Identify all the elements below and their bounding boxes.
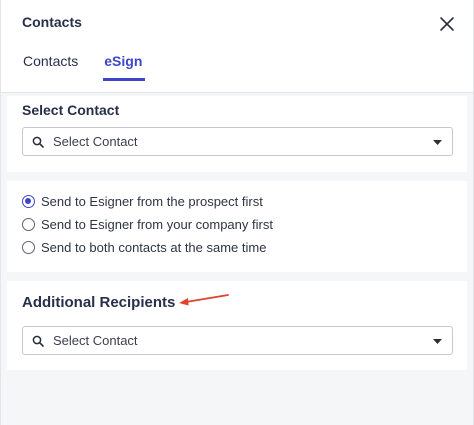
send-option-prospect-first[interactable]: Send to Esigner from the prospect first [22, 194, 263, 209]
select-contact-section: Select Contact Select Contact [7, 96, 467, 172]
tab-contacts[interactable]: Contacts [23, 53, 78, 81]
additional-recipients-dropdown[interactable]: Select Contact [22, 326, 453, 355]
send-option-label: Send to Esigner from your company first [41, 217, 273, 232]
radio-button-checked[interactable] [22, 195, 35, 208]
send-option-both-same-time[interactable]: Send to both contacts at the same time [22, 240, 266, 255]
tab-esign[interactable]: eSign [103, 53, 146, 81]
close-icon[interactable] [437, 14, 457, 34]
chevron-down-icon [433, 339, 442, 344]
search-icon [32, 335, 44, 347]
contacts-panel: Contacts Contacts eSign Select Contact S… [0, 0, 474, 425]
select-contact-dropdown[interactable]: Select Contact [22, 127, 453, 156]
search-icon [32, 136, 44, 148]
additional-recipients-heading: Additional Recipients [22, 294, 176, 311]
radio-button[interactable] [22, 218, 35, 231]
panel-title: Contacts [22, 14, 82, 30]
send-option-company-first[interactable]: Send to Esigner from your company first [22, 217, 273, 232]
additional-recipients-placeholder: Select Contact [53, 333, 138, 348]
radio-button[interactable] [22, 241, 35, 254]
select-contact-heading: Select Contact [22, 102, 120, 118]
send-option-label: Send to both contacts at the same time [41, 240, 267, 255]
annotation-arrow-icon [179, 294, 229, 306]
send-order-section: Send to Esigner from the prospect first … [7, 181, 467, 272]
chevron-down-icon [433, 140, 442, 145]
select-contact-placeholder: Select Contact [53, 134, 138, 149]
tab-bar: Contacts eSign [23, 53, 170, 81]
panel-header: Contacts Contacts eSign [1, 0, 473, 93]
additional-recipients-section: Additional Recipients Select Contact [7, 281, 467, 370]
send-option-label: Send to Esigner from the prospect first [41, 194, 263, 209]
